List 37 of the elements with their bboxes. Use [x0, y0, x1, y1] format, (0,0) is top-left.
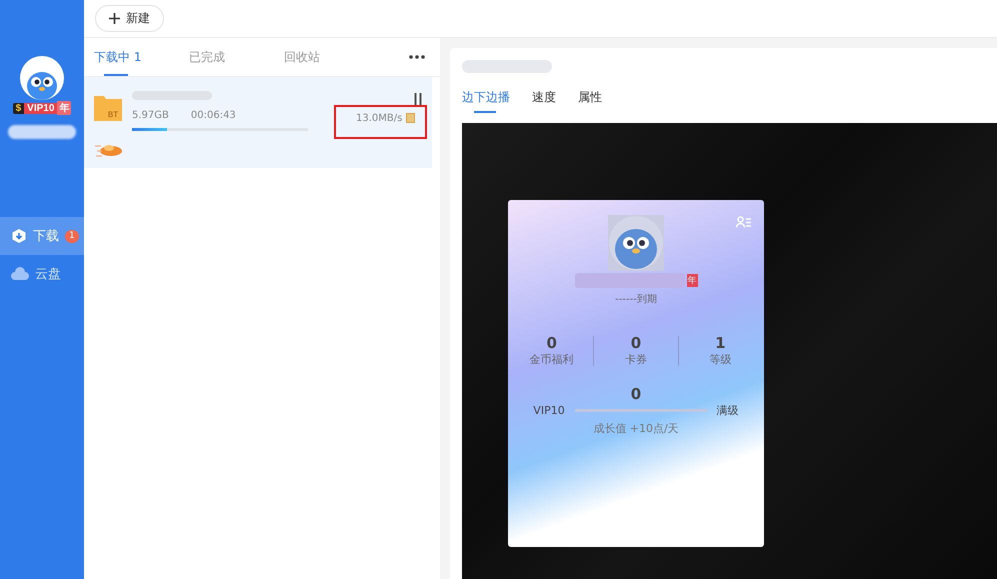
speed-boost-icon	[406, 113, 416, 123]
folder-icon: BT	[94, 93, 122, 121]
expiry-text: ------到期	[615, 292, 657, 306]
vip-badge: $ VIP10 年	[12, 101, 72, 115]
avatar-icon	[608, 215, 664, 271]
stat-label: 金币福利	[528, 352, 575, 367]
pause-icon[interactable]	[414, 93, 422, 105]
blurred-username	[8, 125, 76, 139]
more-icon[interactable]	[409, 55, 425, 59]
download-speed: 13.0MB/s	[334, 105, 427, 139]
stat-value: 1	[714, 334, 727, 352]
download-task-row[interactable]: BT 5.97GB 00:06:43 13.0MB/s	[84, 77, 432, 168]
tab[interactable]: 下载中 1	[94, 38, 189, 76]
sidebar-item[interactable]: 下载 1	[0, 217, 84, 255]
stat-value: 0	[545, 334, 558, 352]
cloud-icon	[11, 267, 29, 281]
new-button[interactable]: 新建	[95, 5, 164, 32]
growth-value: 0	[630, 385, 642, 403]
count-badge: 1	[65, 230, 79, 242]
tab[interactable]: 回收站	[284, 38, 379, 76]
stat-value: 0	[630, 334, 642, 352]
tab[interactable]: 已完成	[189, 38, 284, 76]
tab[interactable]: 属性	[578, 89, 602, 113]
download-icon	[11, 228, 27, 244]
avatar-icon[interactable]	[20, 56, 64, 100]
year-badge: 年	[686, 274, 698, 287]
tab[interactable]: 速度	[532, 89, 556, 113]
tab[interactable]: 边下边播	[462, 89, 510, 113]
growth-note: 成长值 +10点/天	[593, 421, 679, 436]
file-size: 5.97GB	[132, 110, 169, 123]
stat-label: 等级	[708, 352, 732, 367]
elapsed-time: 00:06:43	[190, 110, 236, 123]
level-from: VIP10	[533, 404, 565, 417]
stat-label: 卡券	[624, 352, 648, 367]
plus-icon	[109, 13, 120, 24]
sidebar-item[interactable]: 云盘	[0, 255, 84, 293]
level-to: 满级	[716, 403, 739, 418]
